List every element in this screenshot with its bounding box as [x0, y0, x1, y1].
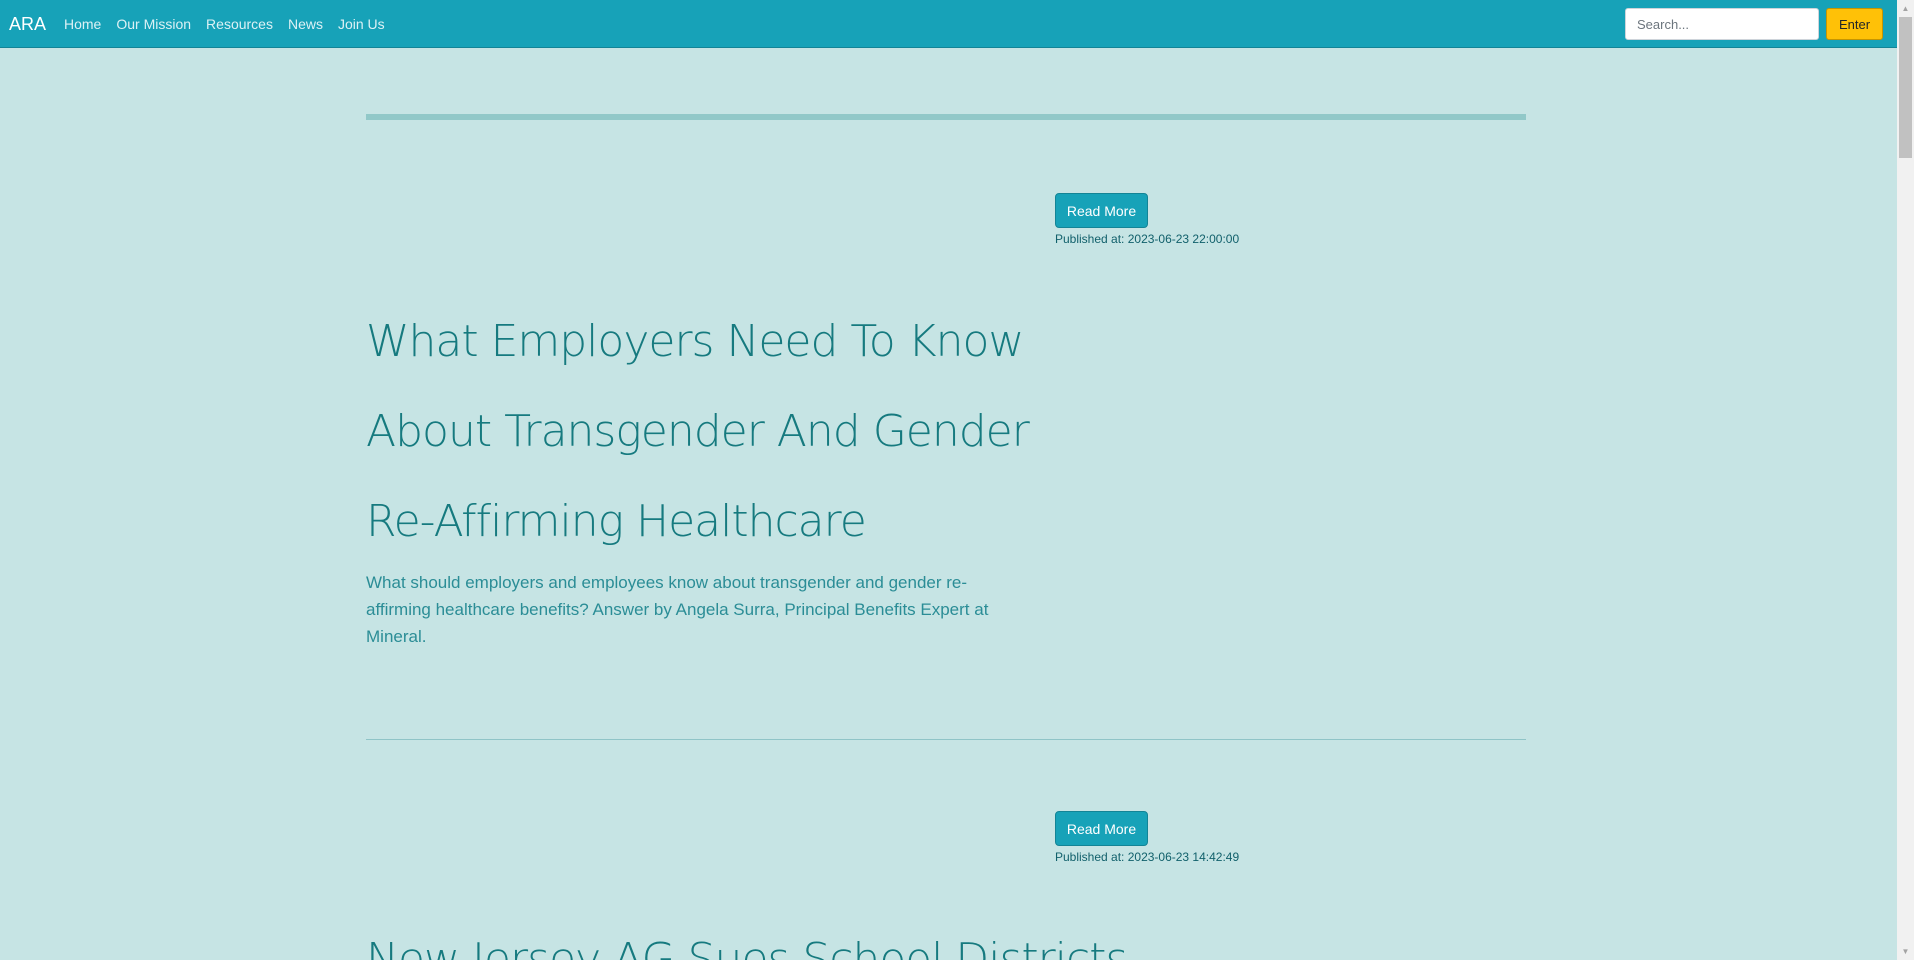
top-navbar: ARA Home Our Mission Resources News Join…	[0, 0, 1897, 48]
nav-links: Home Our Mission Resources News Join Us	[64, 0, 400, 48]
scroll-up-arrow-icon[interactable]: ▲	[1897, 0, 1914, 17]
top-rule	[366, 114, 1526, 120]
published-date: Published at: 2023-06-23 22:00:00	[1055, 232, 1240, 246]
nav-link-our-mission[interactable]: Our Mission	[116, 16, 191, 32]
nav-link-home[interactable]: Home	[64, 16, 101, 32]
read-more-button[interactable]: Read More	[1055, 811, 1148, 846]
nav-link-resources[interactable]: Resources	[206, 16, 273, 32]
article-title[interactable]: New Jersey AG Sues School Districts	[366, 915, 1366, 960]
search-input[interactable]	[1625, 8, 1819, 40]
vertical-scrollbar[interactable]: ▲ ▼	[1897, 0, 1914, 960]
nav-link-news[interactable]: News	[288, 16, 323, 32]
article-title[interactable]: What Employers Need To Know About Transg…	[366, 297, 1046, 567]
nav-link-join-us[interactable]: Join Us	[338, 16, 385, 32]
enter-button[interactable]: Enter	[1826, 8, 1883, 40]
published-date: Published at: 2023-06-23 14:42:49	[1055, 850, 1240, 864]
article-card: Read More Published at: 2023-06-23 14:42…	[366, 808, 1526, 960]
scroll-down-arrow-icon[interactable]: ▼	[1897, 943, 1914, 960]
article-card: Read More Published at: 2023-06-23 22:00…	[366, 190, 1526, 690]
brand-logo[interactable]: ARA	[9, 13, 46, 35]
article-summary: What should employers and employees know…	[366, 573, 989, 646]
article-divider	[366, 739, 1526, 740]
read-more-button[interactable]: Read More	[1055, 193, 1148, 228]
scroll-thumb[interactable]	[1899, 17, 1912, 158]
